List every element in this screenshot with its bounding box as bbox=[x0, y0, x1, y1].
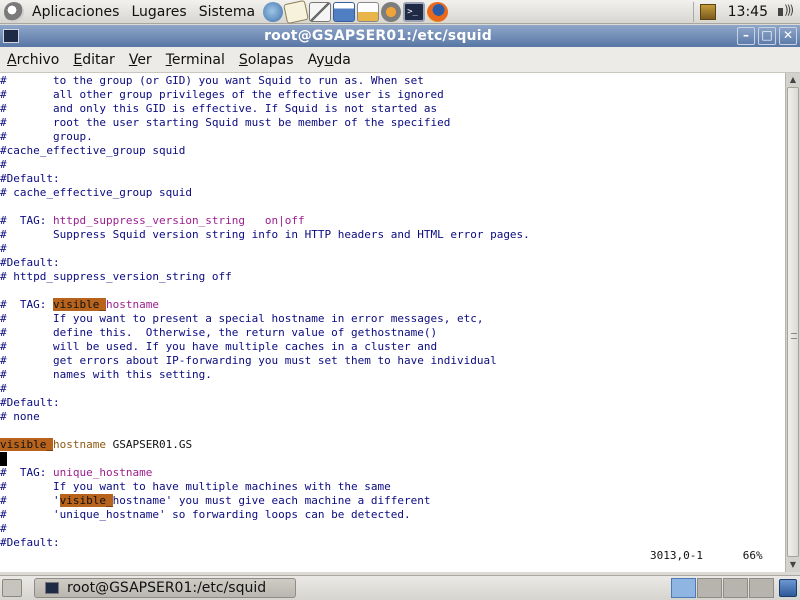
bottom-panel: root@GSAPSER01:/etc/squid bbox=[0, 575, 800, 600]
terminal-line: # cache_effective_group squid bbox=[0, 186, 193, 199]
workspace-1[interactable] bbox=[671, 578, 696, 598]
terminal-line: # TAG: unique_hostname bbox=[0, 466, 153, 479]
maximize-button[interactable]: □ bbox=[758, 27, 776, 45]
terminal-line: # bbox=[0, 382, 7, 395]
terminal-line: # 'visible_hostname' you must give each … bbox=[0, 494, 431, 507]
help-launcher-icon[interactable] bbox=[381, 1, 402, 22]
search-highlight: visible_ bbox=[0, 438, 53, 451]
taskbar-terminal-button[interactable]: root@GSAPSER01:/etc/squid bbox=[34, 578, 296, 598]
menu-ver[interactable]: Ver bbox=[122, 52, 159, 68]
terminal-line: # bbox=[0, 242, 7, 255]
task-label: root@GSAPSER01:/etc/squid bbox=[67, 580, 267, 596]
terminal-line: # Suppress Squid version string info in … bbox=[0, 228, 530, 241]
terminal-line: # all other group privileges of the effe… bbox=[0, 88, 444, 101]
terminal-view[interactable]: # to the group (or GID) you want Squid t… bbox=[0, 73, 785, 572]
menu-ayuda[interactable]: Ayuda bbox=[301, 52, 358, 68]
menu-terminal[interactable]: Terminal bbox=[159, 52, 232, 68]
terminal-line: # httpd_suppress_version_string off bbox=[0, 270, 232, 283]
trash-icon[interactable] bbox=[779, 579, 797, 597]
menu-aplicaciones[interactable]: Aplicaciones bbox=[28, 4, 127, 20]
terminal-line: # root the user starting Squid must be m… bbox=[0, 116, 451, 129]
workspace-switcher bbox=[671, 578, 774, 598]
package-updates-icon[interactable] bbox=[699, 3, 716, 20]
terminal-line: # group. bbox=[0, 130, 93, 143]
terminal-line: visible_hostname GSAPSER01.GS bbox=[0, 438, 193, 451]
text-editor-launcher-icon[interactable] bbox=[309, 1, 332, 22]
terminal-line: #Default: bbox=[0, 396, 60, 409]
scrollbar-thumb[interactable] bbox=[787, 87, 799, 557]
terminal-launcher-icon[interactable] bbox=[403, 1, 426, 22]
menu-lugares[interactable]: Lugares bbox=[127, 4, 194, 20]
terminal-line: # define this. Otherwise, the return val… bbox=[0, 326, 438, 339]
window-menu-icon[interactable] bbox=[3, 29, 19, 43]
workspace-4[interactable] bbox=[749, 578, 774, 598]
top-panel: Aplicaciones Lugares Sistema 13:45 bbox=[0, 0, 800, 24]
launcher-group bbox=[263, 0, 449, 24]
terminal-line: # get errors about IP-forwarding you mus… bbox=[0, 354, 497, 367]
terminal-line: # bbox=[0, 158, 7, 171]
show-desktop-button[interactable] bbox=[2, 579, 22, 597]
volume-icon[interactable] bbox=[776, 3, 796, 20]
close-button[interactable]: ✕ bbox=[779, 27, 797, 45]
vertical-scrollbar[interactable]: ▲ ▼ bbox=[785, 73, 800, 572]
search-highlight: visible_ bbox=[52, 298, 106, 311]
terminal-icon bbox=[45, 582, 59, 594]
terminal-line: # none bbox=[0, 410, 40, 423]
terminal-line: #Default: bbox=[0, 536, 60, 549]
menu-archivo[interactable]: Archivo bbox=[0, 52, 66, 68]
workspace-2[interactable] bbox=[697, 578, 722, 598]
terminal-line: #Default: bbox=[0, 172, 60, 185]
window-title: root@GSAPSER01:/etc/squid bbox=[264, 28, 492, 44]
clock[interactable]: 13:45 bbox=[728, 4, 768, 20]
terminal-line bbox=[0, 452, 7, 466]
terminal-line: # bbox=[0, 522, 7, 535]
terminal-line: # names with this setting. bbox=[0, 368, 212, 381]
scroll-down-arrow-icon[interactable]: ▼ bbox=[786, 558, 800, 572]
mail-launcher-icon[interactable] bbox=[283, 0, 309, 24]
gnome-foot-icon[interactable] bbox=[4, 1, 24, 22]
scroll-up-arrow-icon[interactable]: ▲ bbox=[786, 73, 800, 87]
terminal-line: # to the group (or GID) you want Squid t… bbox=[0, 74, 424, 87]
menu-solapas[interactable]: Solapas bbox=[232, 52, 301, 68]
terminal-line: # and only this GID is effective. If Squ… bbox=[0, 102, 438, 115]
minimize-button[interactable]: – bbox=[737, 27, 755, 45]
terminal-line: # If you want to present a special hostn… bbox=[0, 312, 484, 325]
web-browser-launcher-icon[interactable] bbox=[263, 1, 284, 22]
terminal-line: # TAG: httpd_suppress_version_string on|… bbox=[0, 214, 305, 227]
search-highlight: visible_ bbox=[59, 494, 113, 507]
terminal-line: # 'unique_hostname' so forwarding loops … bbox=[0, 508, 411, 521]
menu-editar[interactable]: Editar bbox=[66, 52, 121, 68]
terminal-line: #Default: bbox=[0, 256, 60, 269]
terminal-line: #cache_effective_group squid bbox=[0, 144, 186, 157]
spreadsheet-launcher-icon[interactable] bbox=[357, 1, 380, 22]
presentation-launcher-icon[interactable] bbox=[333, 1, 356, 22]
terminal-line: # will be used. If you have multiple cac… bbox=[0, 340, 438, 353]
window-titlebar[interactable]: root@GSAPSER01:/etc/squid – □ ✕ bbox=[0, 25, 800, 47]
vim-status-line: 3013,0-1 66% bbox=[650, 549, 763, 562]
terminal-line: # If you want to have multiple machines … bbox=[0, 480, 391, 493]
terminal-line: # TAG: visible_hostname bbox=[0, 298, 159, 311]
workspace-3[interactable] bbox=[723, 578, 748, 598]
firefox-launcher-icon[interactable] bbox=[427, 1, 449, 22]
menu-sistema[interactable]: Sistema bbox=[195, 4, 263, 20]
terminal-menubar: Archivo Editar Ver Terminal Solapas Ayud… bbox=[0, 47, 800, 73]
text-cursor bbox=[0, 452, 7, 466]
